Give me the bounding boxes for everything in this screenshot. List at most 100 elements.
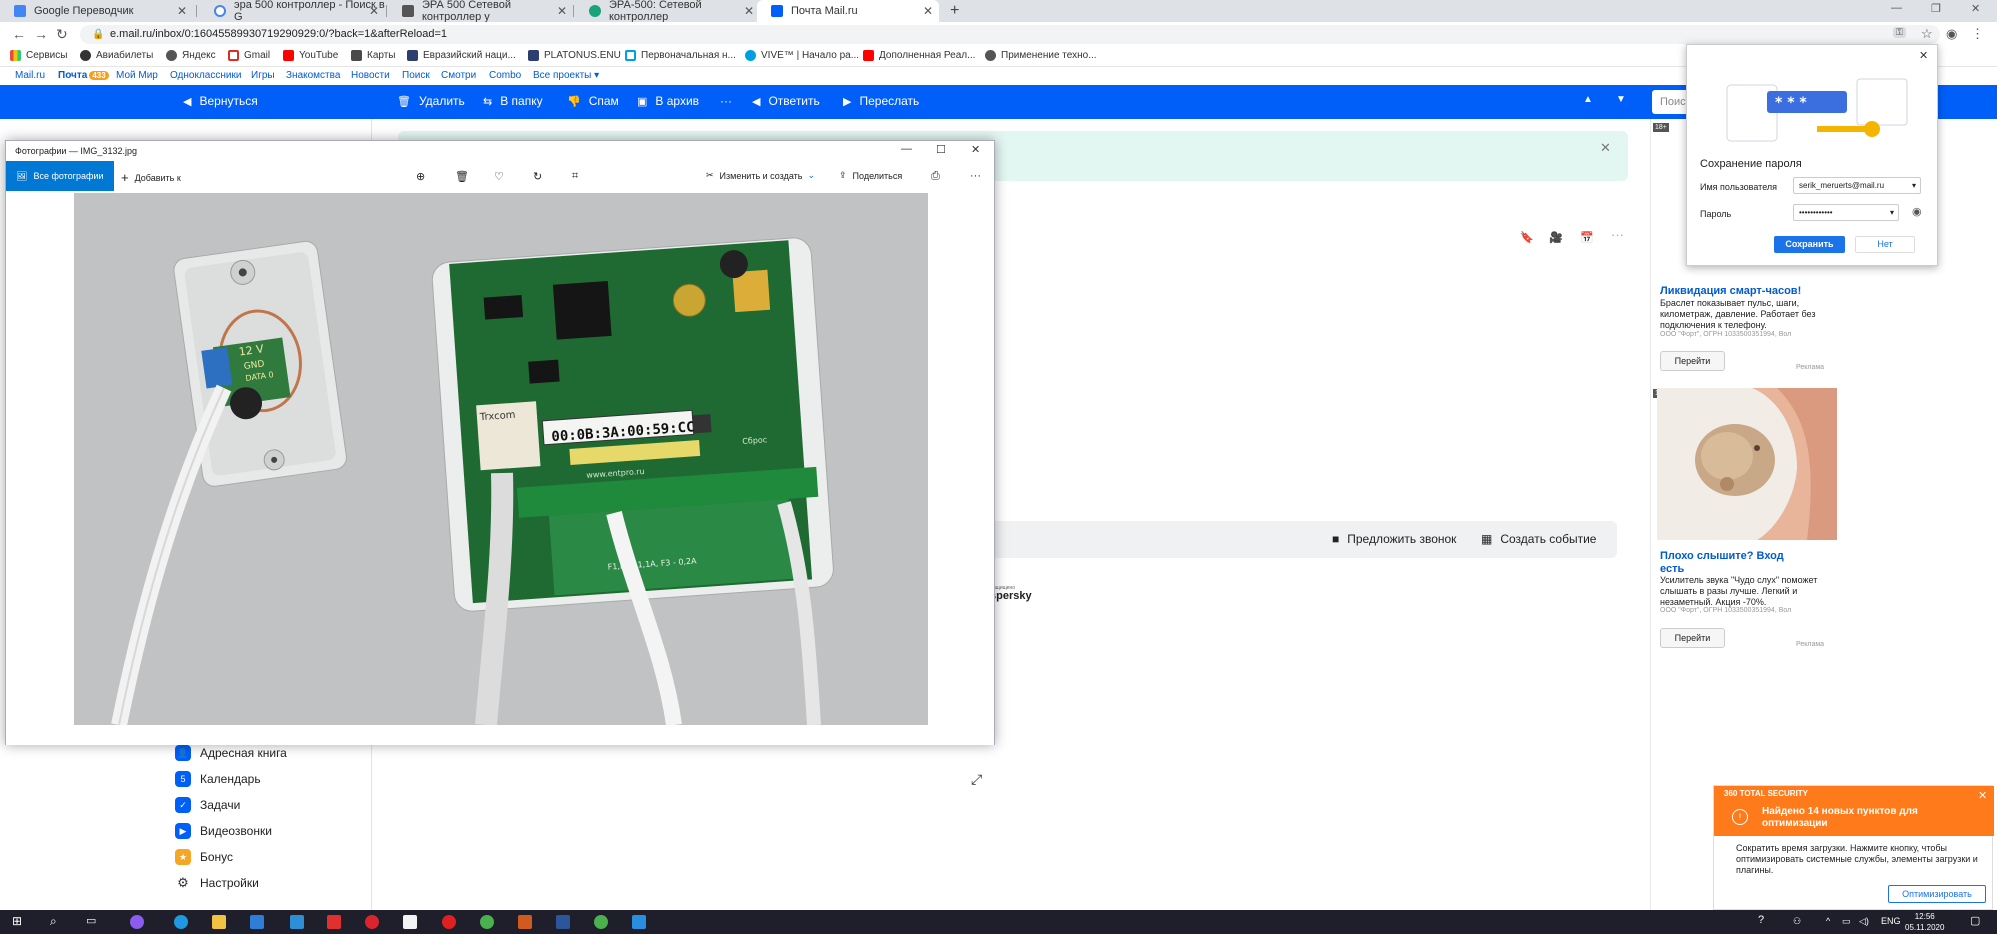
people-icon[interactable]: ⚇ [1793,916,1801,927]
menu-icon[interactable]: ⋮ [1971,26,1984,42]
print-icon[interactable]: ⎙ [931,170,940,183]
more-actions-button[interactable]: ··· [720,94,732,108]
bookmark-initial[interactable]: Первоначальная н... [625,50,736,61]
archive-button[interactable]: ▣ В архив [637,94,699,108]
app-icon[interactable] [518,915,532,929]
new-tab-button[interactable]: + [950,2,959,20]
nav-combo[interactable]: Combo [489,70,521,81]
fullscreen-expand-icon[interactable]: ⤢ [971,771,982,788]
edge-icon[interactable] [174,915,188,929]
reload-icon[interactable]: ↻ [56,26,68,43]
calendar-icon[interactable]: 📅 [1580,231,1594,244]
nav-myworld[interactable]: Мой Мир [116,70,158,81]
yandex-browser-icon[interactable] [442,915,456,929]
create-event-button[interactable]: ▦ Создать событие [1481,532,1596,546]
nav-search[interactable]: Поиск [402,70,430,81]
save-password-button[interactable]: Сохранить [1774,236,1845,253]
star-icon[interactable]: ☆ [1921,26,1933,42]
ad-go-button[interactable]: Перейти [1660,628,1725,648]
tab-search[interactable]: эра 500 контроллер - Поиск в G ✕ [200,0,385,23]
sidebar-item-video-calls[interactable]: ▶ Видеозвонки [175,823,272,839]
next-letter-icon[interactable]: ▼ [1616,94,1626,105]
nav-watch[interactable]: Смотри [441,70,476,81]
nav-news[interactable]: Новости [351,70,390,81]
task-view-icon[interactable]: ▭ [86,914,96,927]
close-icon[interactable]: ✕ [1600,140,1611,156]
key-icon[interactable]: ⚿ [1893,27,1906,38]
bookmark-maps[interactable]: Карты [351,50,396,61]
bookmark-platonus[interactable]: PLATONUS.ENU [528,50,621,61]
maximize-icon[interactable]: ❐ [1931,2,1941,15]
nav-dating[interactable]: Знакомства [286,70,340,81]
optimize-button[interactable]: Оптимизировать [1888,885,1986,903]
sidebar-item-settings[interactable]: ⚙ Настройки [175,875,259,891]
ad-title[interactable]: Ликвидация смарт-часов! [1660,285,1810,298]
notifications-icon[interactable]: ▢ [1970,914,1980,927]
heart-icon[interactable]: ♡ [494,170,504,183]
video-camera-icon[interactable]: 🎥 [1549,231,1563,244]
eye-icon[interactable]: ◉ [1912,205,1922,218]
search-icon[interactable]: ⌕ [50,914,57,929]
nav-mail[interactable]: Почта 433 [58,70,109,81]
zoom-icon[interactable]: ⊕ [416,170,425,183]
edit-create-button[interactable]: ✂ Изменить и создать ⌄ [706,170,815,181]
close-icon[interactable]: ✕ [1978,789,1987,802]
photo-image[interactable]: 12 V GND DATA 0 00:0B:3A:00:59:CC Trxcom… [74,193,928,725]
delete-button[interactable]: 🗑 Удалить [397,94,465,108]
tab-google-translate[interactable]: Google Переводчик ✕ [0,0,193,22]
back-button[interactable]: ◀ Вернуться [183,94,258,108]
share-button[interactable]: ⇪ Поделиться [839,170,902,181]
tab-close-icon[interactable]: ✕ [923,4,933,18]
word-icon[interactable] [556,915,570,929]
spam-button[interactable]: 👎 Спам [567,94,619,108]
help-icon[interactable]: ? [1758,914,1764,926]
sidebar-item-address-book[interactable]: 👤 Адресная книга [175,745,287,761]
chevron-up-icon[interactable]: ^ [1826,916,1830,926]
maximize-icon[interactable]: ☐ [936,143,946,156]
bookmark-vive[interactable]: VIVE™ | Начало ра... [745,50,859,61]
bookmark-yandex[interactable]: Яндекс [166,50,216,61]
tab-close-icon[interactable]: ✕ [369,4,379,18]
reply-button[interactable]: ◀ Ответить [752,94,820,108]
notepad-icon[interactable] [403,915,417,929]
language-indicator[interactable]: ENG [1881,916,1901,926]
mail-app-icon[interactable] [290,915,304,929]
username-field[interactable]: serik_meruerts@mail.ru ▾ [1793,177,1921,194]
close-window-icon[interactable]: ✕ [971,143,980,156]
bookmark-ar[interactable]: Дополненная Реал... [863,50,975,61]
nav-ok[interactable]: Одноклассники [170,70,241,81]
profile-icon[interactable]: ◉ [1946,26,1957,42]
file-explorer-icon[interactable] [212,915,226,929]
minimize-icon[interactable]: — [901,143,912,155]
windows-start-icon[interactable]: ⊞ [12,914,22,928]
tab-close-icon[interactable]: ✕ [177,4,187,18]
tab-era500-2[interactable]: ЭРА-500: Сетевой контроллер ✕ [575,0,760,23]
all-photos-button[interactable]: 🖼 Все фотографии [6,161,114,191]
crop-icon[interactable]: ⌗ [572,170,578,183]
volume-icon[interactable]: ◁) [1859,916,1869,927]
tab-close-icon[interactable]: ✕ [557,4,567,18]
tab-mail[interactable]: Почта Mail.ru ✕ [757,0,939,22]
forward-button[interactable]: ▶ Переслать [843,94,919,108]
opera-icon[interactable] [365,915,379,929]
nav-mailru[interactable]: Mail.ru [15,70,45,81]
store-icon[interactable] [250,915,264,929]
bookmark-techno[interactable]: Применение техно... [985,50,1097,61]
yandex-icon[interactable] [327,915,341,929]
photos-app-icon[interactable] [632,915,646,929]
more-icon[interactable]: ··· [1611,227,1624,242]
sidebar-item-bonus[interactable]: ★ Бонус [175,849,233,865]
minimize-icon[interactable]: — [1891,2,1902,14]
network-icon[interactable]: ▭ [1842,916,1851,927]
tab-close-icon[interactable]: ✕ [744,4,754,18]
nav-games[interactable]: Игры [251,70,275,81]
sidebar-item-tasks[interactable]: ✓ Задачи [175,797,240,813]
prev-letter-icon[interactable]: ▲ [1583,94,1593,105]
chrome-icon[interactable] [594,915,608,929]
rotate-icon[interactable]: ↻ [533,170,542,183]
suggest-call-button[interactable]: ■ Предложить звонок [1332,532,1456,546]
chrome-icon[interactable] [480,915,494,929]
hearing-aid-ad-image[interactable] [1657,388,1837,540]
system-clock[interactable]: 12:56 05.11.2020 [1905,911,1944,933]
bookmark-enu[interactable]: Евразийский наци... [407,50,516,61]
